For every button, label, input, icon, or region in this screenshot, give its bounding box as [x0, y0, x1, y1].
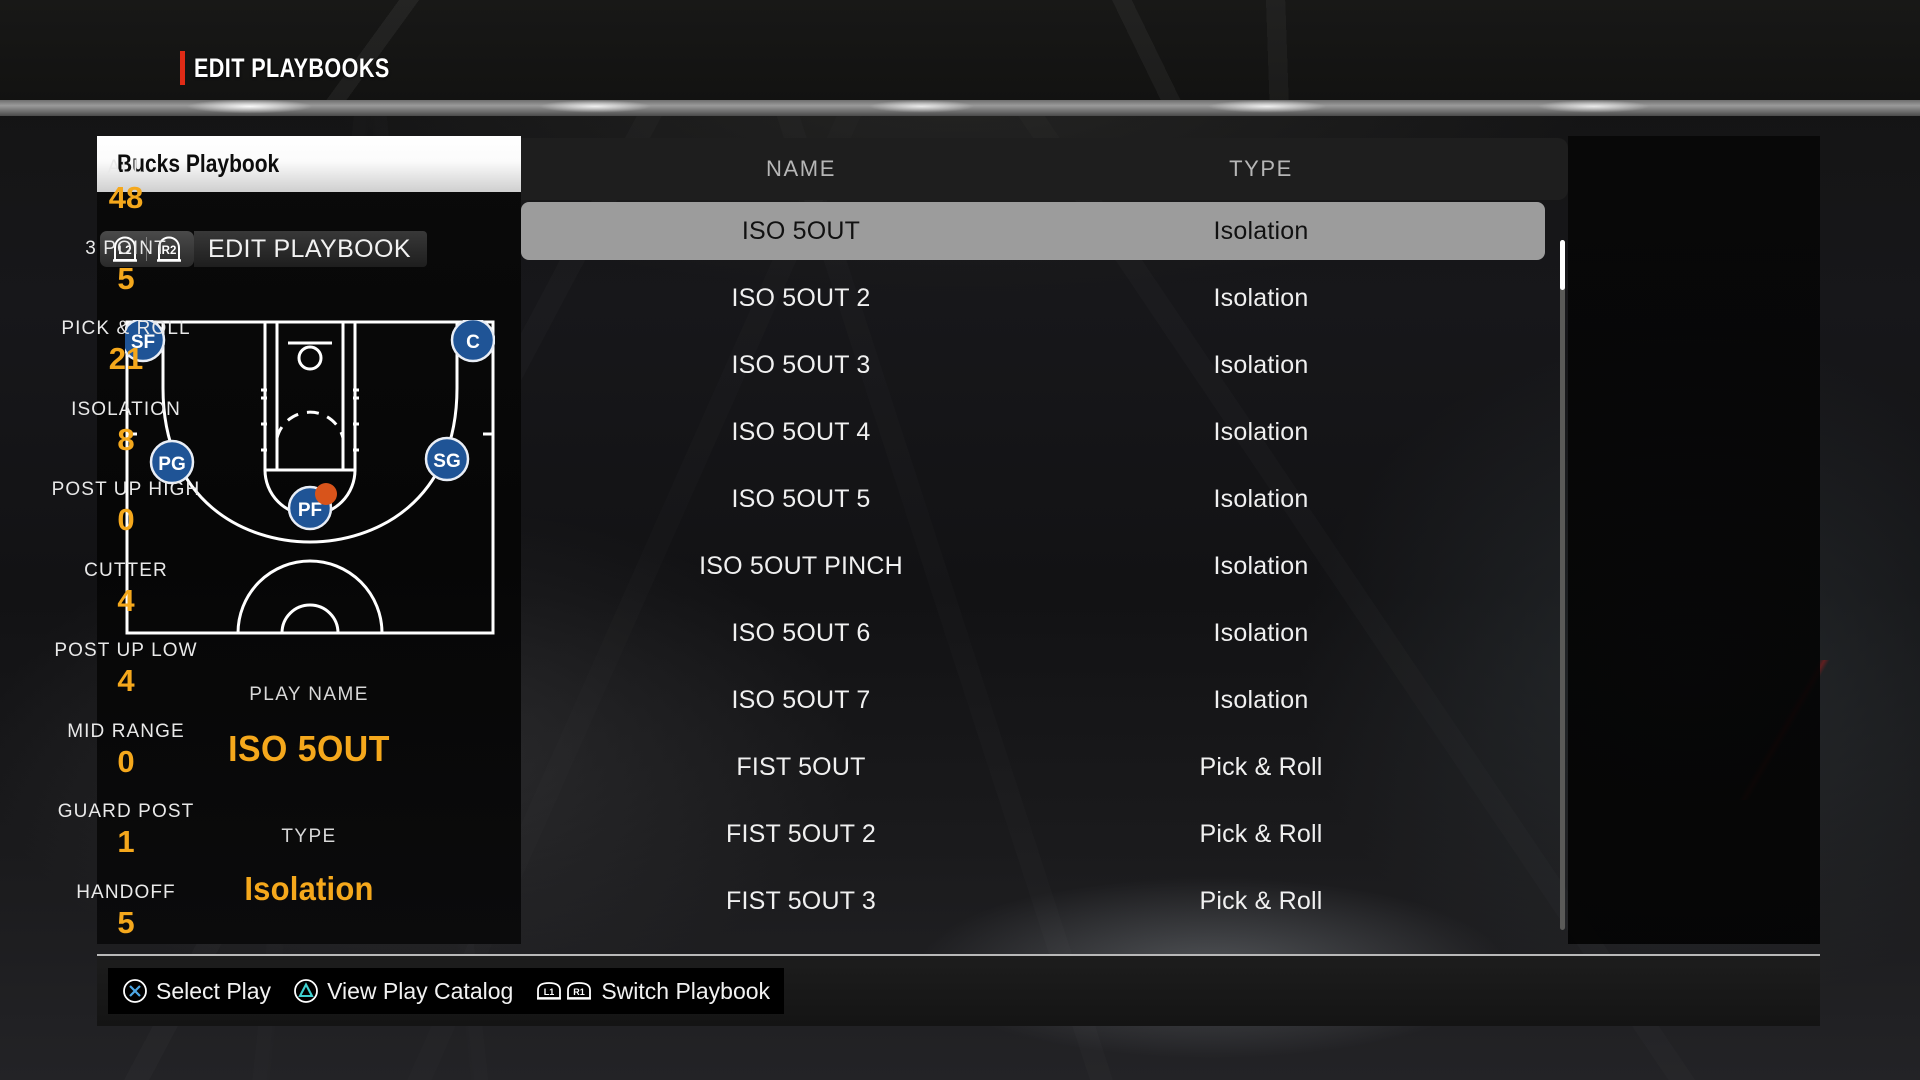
stat-label: GUARD POST: [57, 801, 195, 822]
play-row-type: Isolation: [1213, 618, 1309, 647]
svg-text:PF: PF: [298, 500, 322, 521]
play-row-name: ISO 5OUT 7: [731, 685, 871, 714]
court-player-sg: SG: [424, 436, 470, 482]
prompt-view-play-catalog[interactable]: View Play Catalog: [293, 978, 513, 1005]
stat-label: 3 POINT: [85, 237, 167, 259]
play-row-type: Isolation: [1213, 551, 1309, 580]
edit-playbooks-screen: EDIT PLAYBOOKS Bucks Playbook L2 R2 EDIT…: [0, 0, 1920, 1080]
play-row-name: ISO 5OUT 6: [731, 618, 871, 647]
column-header-name: NAME: [766, 156, 836, 181]
court-player-c: C: [450, 320, 495, 363]
stat-value: 4: [117, 663, 135, 698]
stat-item: ISOLATION 8: [0, 398, 252, 458]
play-row[interactable]: ISO 5OUT PINCH Isolation: [521, 537, 1545, 595]
page-title-text: EDIT PLAYBOOKS: [194, 52, 390, 83]
prompt-switch-playbook-label: Switch Playbook: [601, 977, 771, 1004]
play-row-type: Pick & Roll: [1199, 752, 1323, 781]
play-row[interactable]: FIST 5OUT 2 Pick & Roll: [521, 805, 1545, 863]
stat-value: 0: [117, 743, 135, 779]
stat-item: PICK & ROLL 21: [0, 317, 252, 377]
svg-text:SG: SG: [433, 451, 460, 472]
play-row-name: ISO 5OUT: [741, 216, 861, 245]
stat-label: ALL: [107, 157, 145, 178]
play-row[interactable]: ISO 5OUT 7 Isolation: [521, 671, 1545, 729]
title-accent-bar: [180, 51, 185, 85]
button-prompt-strip: Select Play View Play Catalog L1 R1 Swit…: [108, 968, 785, 1014]
stat-value: 48: [108, 180, 144, 215]
play-row-type: Isolation: [1213, 216, 1309, 245]
page-title: EDIT PLAYBOOKS: [180, 51, 439, 85]
stat-label: POST UP HIGH: [51, 479, 201, 500]
stat-item: CUTTER 4: [0, 559, 252, 619]
stat-item: POST UP HIGH 0: [0, 478, 252, 538]
stat-label: MID RANGE: [67, 720, 185, 742]
stat-item: 3 POINT 5: [0, 237, 252, 297]
stat-item: GUARD POST 1: [0, 800, 252, 860]
shoulder-l1-r1-icon: L1 R1: [535, 980, 593, 1002]
play-row-name: ISO 5OUT PINCH: [699, 551, 903, 580]
play-row[interactable]: ISO 5OUT Isolation: [521, 202, 1545, 260]
svg-text:C: C: [466, 332, 480, 353]
stat-item: MID RANGE 0: [0, 720, 252, 780]
stat-label: PICK & ROLL: [61, 318, 191, 339]
stat-value: 21: [108, 341, 144, 376]
play-row-type: Pick & Roll: [1199, 819, 1323, 848]
play-list[interactable]: ISO 5OUT Isolation ISO 5OUT 2 Isolation ISO …: [521, 200, 1568, 944]
play-list-header: NAME TYPE: [521, 138, 1568, 200]
prompt-select-play-label: Select Play: [156, 977, 272, 1004]
play-row-name: FIST 5OUT: [736, 752, 866, 781]
playstation-cross-icon: [122, 978, 148, 1004]
basketball-icon: [315, 483, 337, 505]
play-row[interactable]: ISO 5OUT 4 Isolation: [521, 403, 1545, 461]
stat-label: CUTTER: [84, 559, 168, 581]
playstation-triangle-icon: [293, 978, 319, 1004]
stat-value: 5: [117, 904, 135, 940]
play-row[interactable]: FIST 5OUT Pick & Roll: [521, 738, 1545, 796]
play-row-type: Isolation: [1213, 417, 1309, 446]
play-row[interactable]: ISO 5OUT 5 Isolation: [521, 470, 1545, 528]
prompt-select-play[interactable]: Select Play: [122, 978, 271, 1005]
svg-text:R1: R1: [574, 987, 586, 997]
play-row-name: FIST 5OUT 2: [726, 819, 876, 848]
play-row[interactable]: ISO 5OUT 2 Isolation: [521, 269, 1545, 327]
play-row-type: Pick & Roll: [1199, 886, 1323, 915]
stat-value: 8: [117, 421, 135, 457]
stat-item: ALL 48: [0, 156, 252, 216]
play-list-scrollbar-thumb[interactable]: [1560, 240, 1565, 290]
play-row-type: Isolation: [1213, 484, 1309, 513]
play-row[interactable]: ISO 5OUT 6 Isolation: [521, 604, 1545, 662]
play-list-scrollbar[interactable]: [1560, 240, 1565, 930]
play-row[interactable]: ISO 5OUT 3 Isolation: [521, 336, 1545, 394]
stat-item: POST UP LOW 4: [0, 639, 252, 699]
play-row-name: ISO 5OUT 3: [731, 350, 871, 379]
play-row-name: ISO 5OUT 4: [731, 417, 871, 446]
stat-value: 1: [117, 824, 135, 859]
prompt-switch-playbook[interactable]: L1 R1 Switch Playbook: [535, 978, 770, 1005]
play-count-stats-panel: [1568, 136, 1820, 944]
stat-value: 0: [117, 502, 135, 537]
play-row-name: ISO 5OUT 2: [731, 283, 871, 312]
svg-text:L1: L1: [544, 987, 555, 997]
stat-label: ISOLATION: [71, 398, 181, 420]
play-row[interactable]: FIST 5OUT 3 Pick & Roll: [521, 872, 1545, 930]
play-row-type: Isolation: [1213, 283, 1309, 312]
play-row-type: Isolation: [1213, 350, 1309, 379]
play-row-name: ISO 5OUT 5: [731, 484, 871, 513]
stat-item: HANDOFF 5: [0, 881, 252, 941]
stat-label: HANDOFF: [76, 881, 176, 903]
background-light-strip: [0, 100, 1920, 116]
play-row-type: Isolation: [1213, 685, 1309, 714]
play-row-name: FIST 5OUT 3: [726, 886, 876, 915]
prompt-view-play-catalog-label: View Play Catalog: [327, 977, 514, 1004]
column-header-type: TYPE: [1229, 156, 1293, 181]
stat-label: POST UP LOW: [54, 640, 198, 661]
stat-value: 5: [117, 260, 135, 296]
stat-value: 4: [117, 582, 135, 618]
